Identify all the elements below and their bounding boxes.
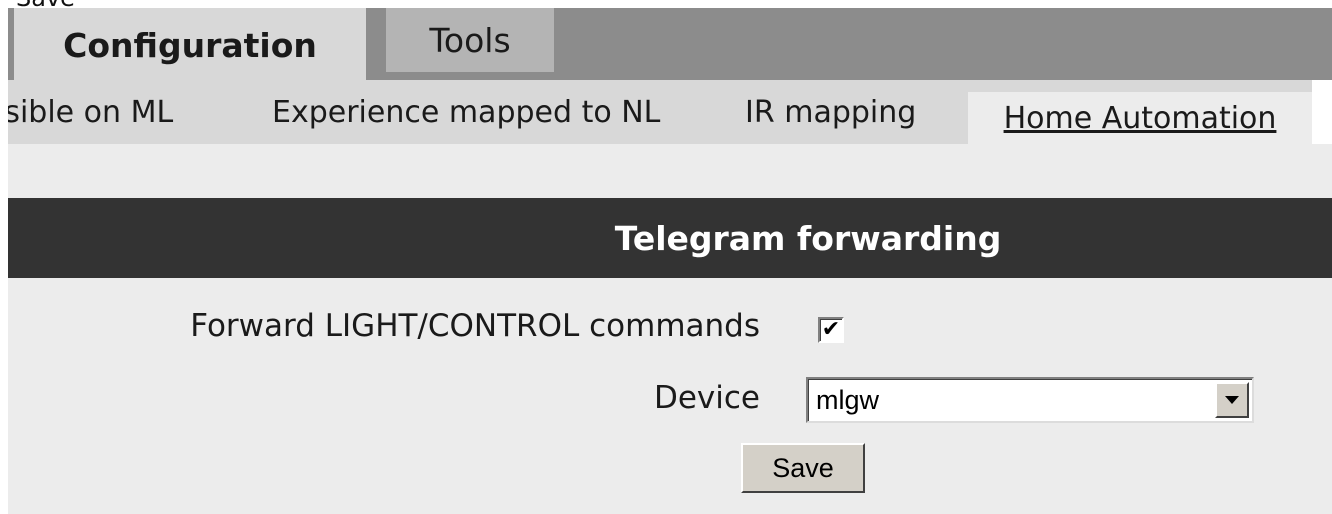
tab-configuration[interactable]: Configuration [14, 8, 366, 82]
device-label: Device [653, 380, 760, 416]
device-select-value: mlgw [816, 385, 880, 415]
dropdown-arrow-icon[interactable] [1215, 382, 1249, 418]
subtab-ir-mapping[interactable]: IR mapping [745, 80, 916, 144]
section-title: Telegram forwarding [614, 218, 1002, 258]
subtab-home-automation[interactable]: Home Automation [968, 92, 1312, 144]
subtab-experience-mapped-to-nl[interactable]: Experience mapped to NL [272, 80, 660, 144]
tab-tools[interactable]: Tools [386, 8, 554, 72]
subtab-visible-on-ml-label: isible on ML [8, 94, 174, 130]
subtab-visible-on-ml[interactable]: isible on ML [8, 80, 208, 144]
forward-commands-checkbox[interactable]: ✔ [818, 317, 844, 343]
device-select[interactable]: mlgw [806, 377, 1254, 423]
checkmark-icon: ✔ [821, 317, 841, 342]
forward-commands-label: Forward LIGHT/CONTROL commands [190, 308, 760, 344]
save-button[interactable]: Save [741, 443, 865, 493]
section-header: Telegram forwarding [8, 198, 1332, 278]
